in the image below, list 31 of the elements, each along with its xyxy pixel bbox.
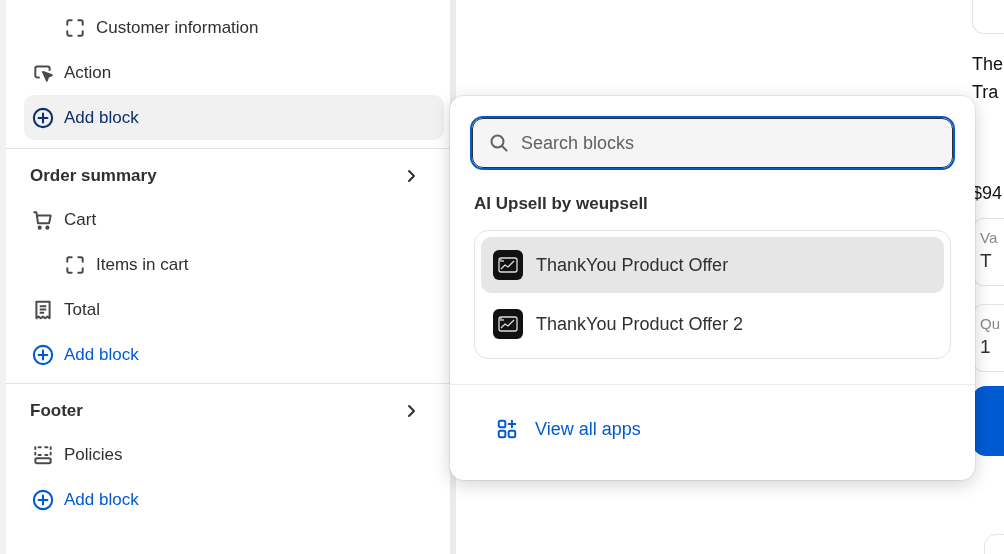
plus-circle-icon xyxy=(32,488,54,511)
add-block-button[interactable]: Add block xyxy=(24,332,444,377)
chart-app-icon xyxy=(493,309,523,339)
add-block-button[interactable]: Add block xyxy=(24,477,444,522)
chevron-right-icon xyxy=(406,168,416,184)
view-all-apps-link[interactable]: View all apps xyxy=(496,418,641,440)
block-item[interactable]: Cart xyxy=(24,197,444,242)
plus-circle-icon xyxy=(32,343,54,366)
group-title: AI Upsell by weupsell xyxy=(474,194,649,214)
app-block-item[interactable]: ThankYou Product Offer 2 xyxy=(481,296,944,352)
policies-icon xyxy=(32,443,54,466)
section-header[interactable]: Order summary xyxy=(24,155,438,197)
chevron-right-icon xyxy=(406,403,416,419)
block-item[interactable]: Customer information xyxy=(24,5,444,50)
app-block-item[interactable]: ThankYou Product Offer xyxy=(481,237,944,293)
chart-app-icon xyxy=(493,250,523,280)
apps-icon xyxy=(496,418,518,440)
placeholder-icon xyxy=(64,16,86,39)
search-field[interactable]: Search blocks xyxy=(472,118,953,168)
receipt-icon xyxy=(32,298,54,321)
block-item[interactable]: Action xyxy=(24,50,444,95)
block-item[interactable]: Items in cart xyxy=(24,242,444,287)
section-header[interactable]: Footer xyxy=(24,390,438,432)
block-item[interactable]: Total xyxy=(24,287,444,332)
search-icon xyxy=(489,133,509,153)
placeholder-icon xyxy=(64,253,86,276)
cart-icon xyxy=(32,208,54,231)
add-block-button[interactable]: Add block xyxy=(24,95,444,140)
block-item[interactable]: Policies xyxy=(24,432,444,477)
plus-circle-icon xyxy=(32,106,54,129)
product-title: The Tra xyxy=(972,53,1004,104)
